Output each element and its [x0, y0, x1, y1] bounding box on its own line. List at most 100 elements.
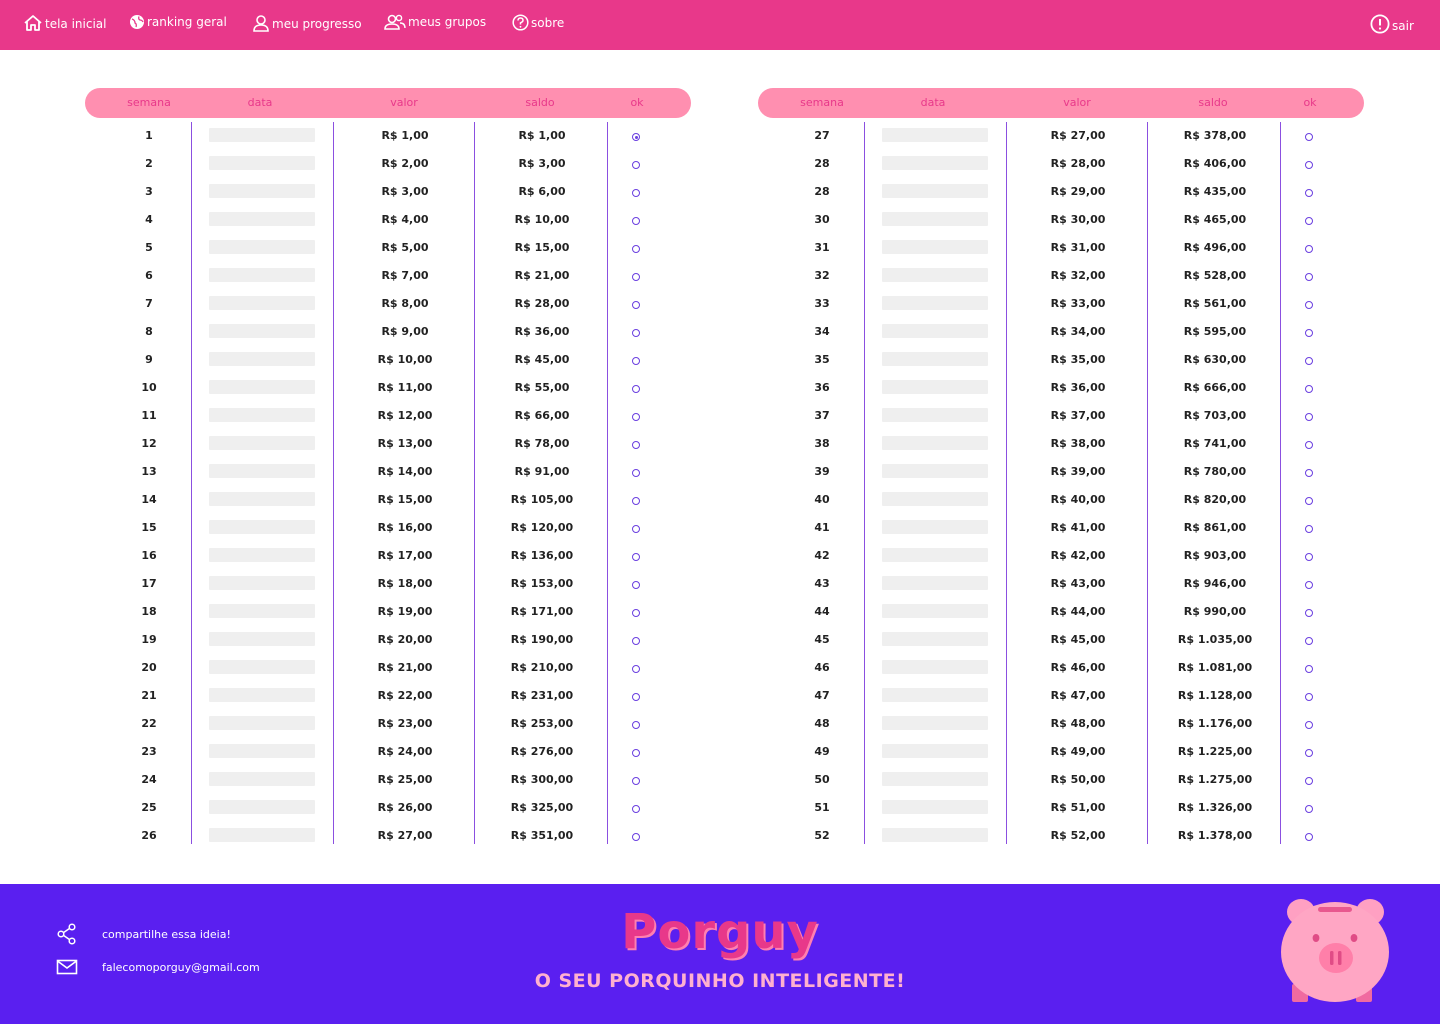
ok-radio[interactable]	[1305, 833, 1313, 841]
date-field[interactable]	[209, 408, 315, 422]
date-field[interactable]	[882, 352, 988, 366]
ok-radio[interactable]	[1305, 497, 1313, 505]
date-field[interactable]	[882, 268, 988, 282]
ok-radio[interactable]	[1305, 581, 1313, 589]
ok-radio[interactable]	[632, 329, 640, 337]
ok-radio[interactable]	[632, 497, 640, 505]
ok-radio[interactable]	[632, 553, 640, 561]
ok-radio[interactable]	[1305, 525, 1313, 533]
ok-radio[interactable]	[632, 161, 640, 169]
date-field[interactable]	[209, 380, 315, 394]
date-field[interactable]	[882, 324, 988, 338]
ok-radio[interactable]	[1305, 133, 1313, 141]
ok-radio[interactable]	[632, 133, 640, 141]
date-field[interactable]	[209, 436, 315, 450]
ok-radio[interactable]	[1305, 329, 1313, 337]
ok-radio[interactable]	[1305, 357, 1313, 365]
date-field[interactable]	[209, 212, 315, 226]
date-field[interactable]	[209, 772, 315, 786]
date-field[interactable]	[209, 156, 315, 170]
date-field[interactable]	[882, 212, 988, 226]
ok-radio[interactable]	[632, 777, 640, 785]
ok-radio[interactable]	[1305, 805, 1313, 813]
date-field[interactable]	[882, 380, 988, 394]
ok-radio[interactable]	[632, 301, 640, 309]
ok-radio[interactable]	[632, 749, 640, 757]
ok-radio[interactable]	[632, 525, 640, 533]
date-field[interactable]	[882, 240, 988, 254]
ok-radio[interactable]	[1305, 693, 1313, 701]
date-field[interactable]	[882, 156, 988, 170]
date-field[interactable]	[209, 800, 315, 814]
date-field[interactable]	[882, 548, 988, 562]
date-field[interactable]	[882, 520, 988, 534]
ok-radio[interactable]	[632, 189, 640, 197]
ok-radio[interactable]	[632, 805, 640, 813]
date-field[interactable]	[209, 128, 315, 142]
nav-sair[interactable]: sair	[1370, 14, 1414, 34]
date-field[interactable]	[882, 296, 988, 310]
ok-radio[interactable]	[1305, 749, 1313, 757]
date-field[interactable]	[209, 744, 315, 758]
date-field[interactable]	[882, 828, 988, 842]
ok-radio[interactable]	[1305, 441, 1313, 449]
date-field[interactable]	[209, 660, 315, 674]
ok-radio[interactable]	[632, 721, 640, 729]
ok-radio[interactable]	[632, 217, 640, 225]
date-field[interactable]	[209, 576, 315, 590]
ok-radio[interactable]	[1305, 161, 1313, 169]
date-field[interactable]	[882, 744, 988, 758]
ok-radio[interactable]	[632, 385, 640, 393]
ok-radio[interactable]	[632, 637, 640, 645]
ok-radio[interactable]	[1305, 469, 1313, 477]
date-field[interactable]	[882, 408, 988, 422]
date-field[interactable]	[882, 772, 988, 786]
date-field[interactable]	[882, 716, 988, 730]
date-field[interactable]	[209, 240, 315, 254]
ok-radio[interactable]	[632, 441, 640, 449]
ok-radio[interactable]	[632, 833, 640, 841]
nav-meus-grupos[interactable]: meus grupos	[384, 14, 486, 30]
ok-radio[interactable]	[1305, 637, 1313, 645]
date-field[interactable]	[209, 464, 315, 478]
ok-radio[interactable]	[1305, 609, 1313, 617]
date-field[interactable]	[209, 688, 315, 702]
date-field[interactable]	[882, 184, 988, 198]
ok-radio[interactable]	[632, 693, 640, 701]
date-field[interactable]	[882, 436, 988, 450]
date-field[interactable]	[209, 828, 315, 842]
date-field[interactable]	[209, 548, 315, 562]
date-field[interactable]	[882, 576, 988, 590]
ok-radio[interactable]	[632, 413, 640, 421]
ok-radio[interactable]	[632, 357, 640, 365]
ok-radio[interactable]	[1305, 553, 1313, 561]
date-field[interactable]	[882, 604, 988, 618]
ok-radio[interactable]	[1305, 273, 1313, 281]
ok-radio[interactable]	[632, 469, 640, 477]
ok-radio[interactable]	[1305, 777, 1313, 785]
date-field[interactable]	[209, 632, 315, 646]
ok-radio[interactable]	[1305, 721, 1313, 729]
date-field[interactable]	[882, 800, 988, 814]
date-field[interactable]	[209, 324, 315, 338]
nav-sobre[interactable]: sobre	[512, 14, 564, 31]
ok-radio[interactable]	[632, 665, 640, 673]
ok-radio[interactable]	[1305, 217, 1313, 225]
ok-radio[interactable]	[632, 581, 640, 589]
ok-radio[interactable]	[1305, 665, 1313, 673]
date-field[interactable]	[209, 352, 315, 366]
date-field[interactable]	[209, 492, 315, 506]
ok-radio[interactable]	[632, 245, 640, 253]
date-field[interactable]	[209, 268, 315, 282]
date-field[interactable]	[209, 296, 315, 310]
ok-radio[interactable]	[1305, 245, 1313, 253]
ok-radio[interactable]	[632, 609, 640, 617]
nav-tela-inicial[interactable]: tela inicial	[23, 14, 106, 32]
date-field[interactable]	[882, 464, 988, 478]
ok-radio[interactable]	[1305, 413, 1313, 421]
ok-radio[interactable]	[1305, 301, 1313, 309]
ok-radio[interactable]	[1305, 189, 1313, 197]
date-field[interactable]	[209, 520, 315, 534]
ok-radio[interactable]	[632, 273, 640, 281]
date-field[interactable]	[882, 688, 988, 702]
